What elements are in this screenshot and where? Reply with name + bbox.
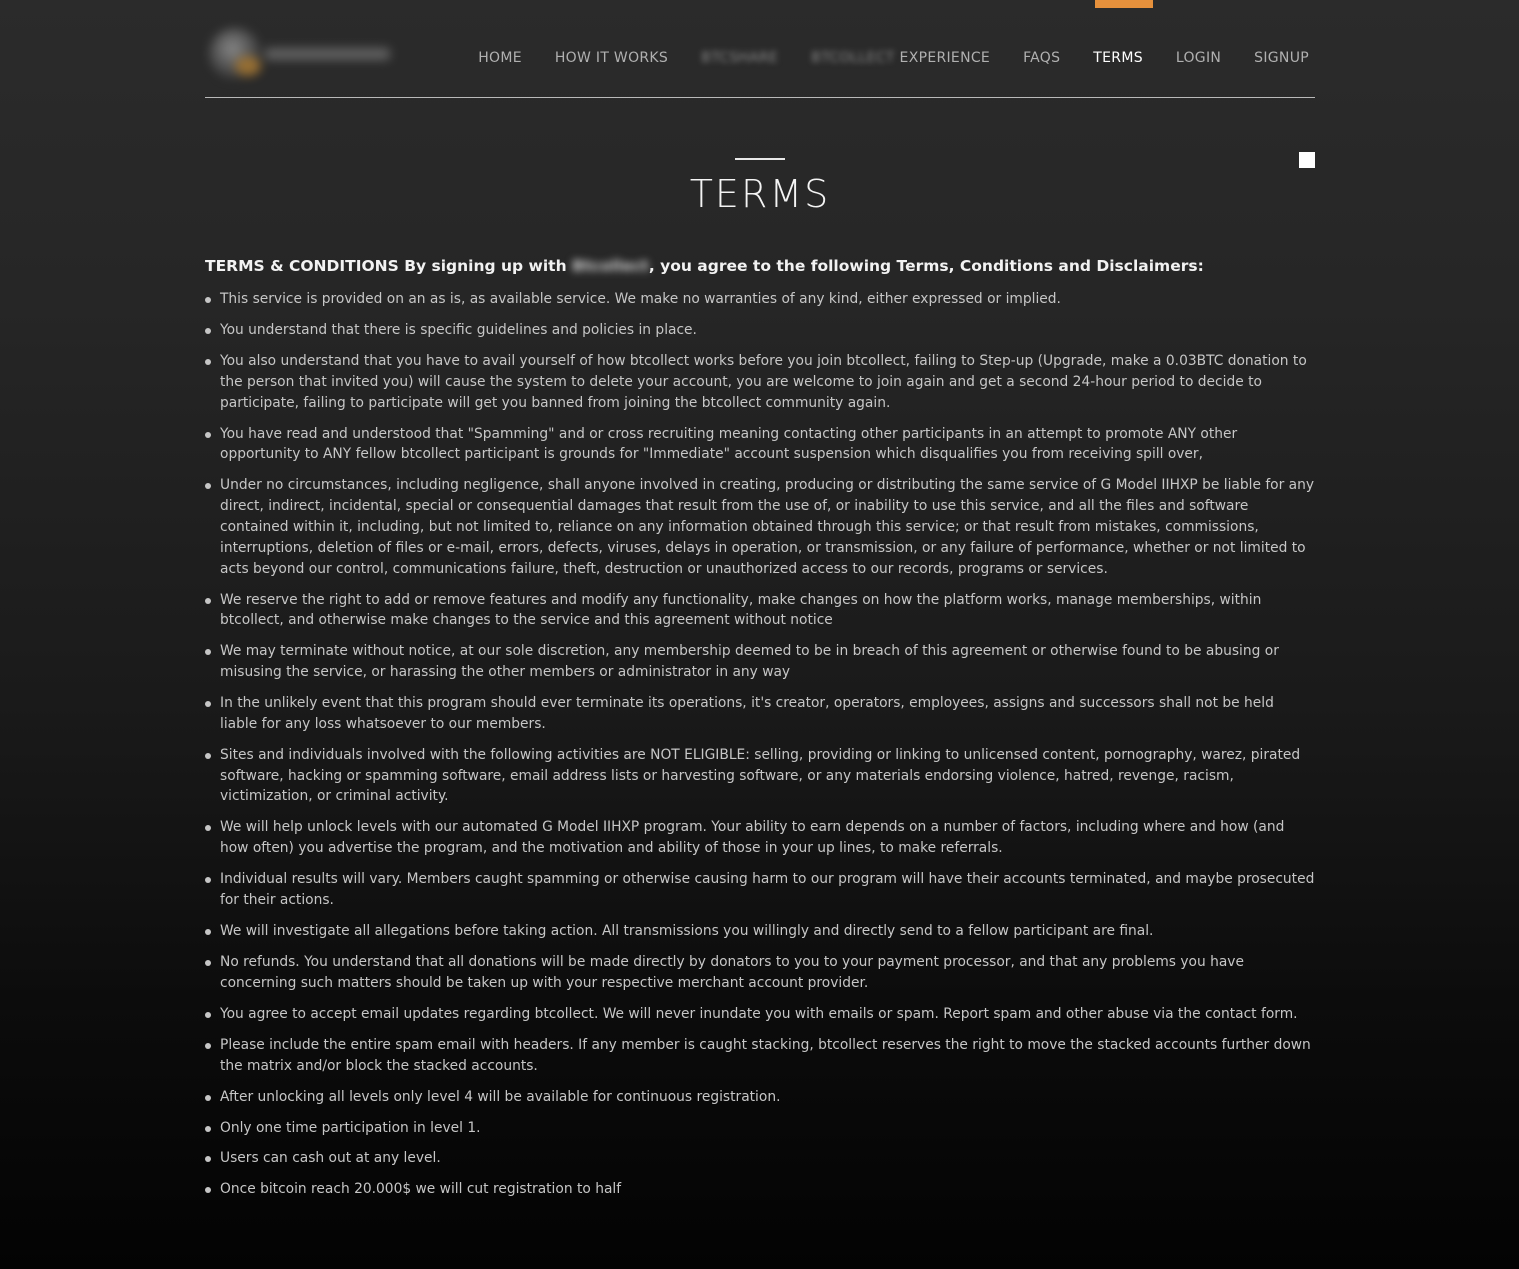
- nav-how-it-works-label: HOW IT WORKS: [554, 50, 669, 66]
- nav-experience-blurred-prefix: BTCOLLECT: [811, 50, 895, 66]
- terms-item: Please include the entire spam email wit…: [205, 1035, 1315, 1077]
- terms-item: You understand that there is specific gu…: [205, 320, 1315, 341]
- terms-item: You also understand that you have to ava…: [205, 351, 1315, 413]
- terms-item: No refunds. You understand that all dona…: [205, 952, 1315, 994]
- nav-how-it-works[interactable]: HOW IT WORKS: [555, 48, 668, 68]
- main-nav: HOME HOW IT WORKS BTCSHARE BTCOLLECT EXP…: [445, 48, 1309, 68]
- terms-item: We will investigate all allegations befo…: [205, 921, 1315, 942]
- nav-signup[interactable]: SIGNUP: [1254, 48, 1309, 68]
- terms-item: We reserve the right to add or remove fe…: [205, 590, 1315, 632]
- terms-item: Sites and individuals involved with the …: [205, 745, 1315, 807]
- terms-list: This service is provided on an as is, as…: [205, 289, 1315, 1210]
- title-accent-line: [735, 158, 785, 160]
- nav-blurred-label: BTCSHARE: [701, 50, 779, 66]
- terms-intro-suffix: , you agree to the following Terms, Cond…: [648, 257, 1204, 275]
- nav-home-label: HOME: [478, 50, 522, 66]
- nav-experience-label: EXPERIENCE: [899, 50, 991, 66]
- nav-terms[interactable]: TERMS: [1093, 48, 1143, 68]
- terms-item: Only one time participation in level 1.: [205, 1118, 1315, 1139]
- nav-signup-label: SIGNUP: [1254, 50, 1309, 66]
- nav-home[interactable]: HOME: [478, 48, 522, 68]
- header-divider: [205, 97, 1315, 98]
- terms-item: Under no circumstances, including neglig…: [205, 475, 1315, 579]
- nav-terms-label: TERMS: [1093, 50, 1143, 66]
- site-name-blurred: Btcollect: [572, 257, 649, 275]
- terms-item: Individual results will vary. Members ca…: [205, 869, 1315, 911]
- nav-login[interactable]: LOGIN: [1176, 48, 1221, 68]
- terms-item: Once bitcoin reach 20.000$ we will cut r…: [205, 1179, 1315, 1200]
- nav-login-label: LOGIN: [1175, 50, 1222, 66]
- terms-item: We will help unlock levels with our auto…: [205, 817, 1315, 859]
- site-logo[interactable]: [205, 28, 395, 80]
- nav-faqs-label: FAQS: [1023, 50, 1061, 66]
- logo-wordmark: [265, 48, 390, 60]
- terms-intro: TERMS & CONDITIONS By signing up with Bt…: [205, 256, 1315, 276]
- terms-item: You have read and understood that "Spamm…: [205, 424, 1315, 466]
- nav-faqs[interactable]: FAQS: [1023, 48, 1060, 68]
- active-nav-indicator: [1095, 0, 1153, 8]
- nav-experience[interactable]: BTCOLLECT EXPERIENCE: [811, 48, 990, 68]
- terms-item: This service is provided on an as is, as…: [205, 289, 1315, 310]
- terms-item: After unlocking all levels only level 4 …: [205, 1087, 1315, 1108]
- terms-item: Users can cash out at any level.: [205, 1148, 1315, 1169]
- corner-square[interactable]: [1299, 152, 1315, 168]
- logo-swoosh-icon: [235, 56, 261, 76]
- terms-item: In the unlikely event that this program …: [205, 693, 1315, 735]
- terms-item: You agree to accept email updates regard…: [205, 1004, 1315, 1025]
- page-title: TERMS: [689, 172, 831, 216]
- terms-intro-prefix: TERMS & CONDITIONS By signing up with: [205, 257, 573, 275]
- terms-item: We may terminate without notice, at our …: [205, 641, 1315, 683]
- nav-blurred-item[interactable]: BTCSHARE: [701, 48, 778, 68]
